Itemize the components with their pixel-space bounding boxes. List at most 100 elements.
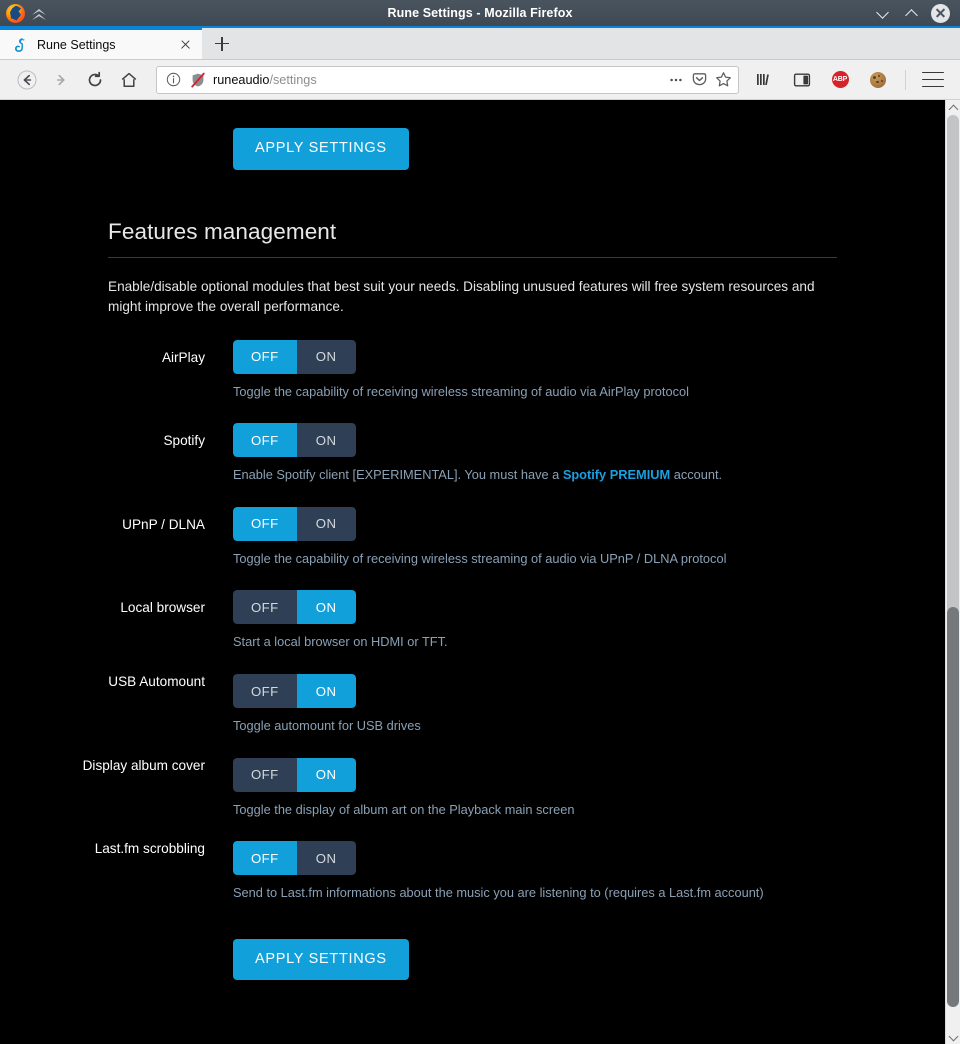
toolbar-actions: ABP [747, 63, 950, 97]
tab-close-icon[interactable] [176, 36, 194, 54]
section-title: Features management [108, 218, 337, 244]
toggle-off-button[interactable]: OFF [233, 506, 297, 541]
feature-description: Toggle the capability of receiving wirel… [233, 383, 689, 399]
section-divider [108, 256, 837, 258]
tab-title: Rune Settings [37, 37, 116, 52]
reload-button[interactable] [78, 63, 112, 97]
new-tab-button[interactable] [202, 28, 240, 59]
feature-description: Toggle automount for USB drives [233, 718, 421, 733]
toggle-on-button[interactable]: ON [296, 757, 356, 792]
double-chevron-up-icon[interactable] [31, 5, 47, 21]
library-icon[interactable] [747, 63, 781, 97]
cookie-extension-button[interactable] [861, 63, 895, 97]
cookie-icon [870, 71, 886, 88]
toggle-display-album-cover: OFF ON [233, 757, 356, 792]
page-viewport: APPLY SETTINGS Features management Enabl… [0, 100, 960, 1044]
toggle-on-button[interactable]: ON [296, 506, 356, 541]
toggle-off-button[interactable]: OFF [233, 423, 297, 458]
toggle-local-browser: OFF ON [233, 590, 356, 625]
feature-label: Spotify [163, 433, 205, 449]
scrollbar-track[interactable] [946, 115, 960, 1029]
feature-description: Send to Last.fm informations about the m… [233, 885, 764, 901]
forward-button[interactable] [44, 63, 78, 97]
toggle-on-button[interactable]: ON [296, 423, 356, 458]
feature-label: USB Automount [108, 674, 205, 689]
feature-label: UPnP / DLNA [122, 516, 205, 532]
scroll-down-arrow-icon[interactable] [946, 1029, 960, 1044]
section-description: Enable/disable optional modules that bes… [108, 278, 815, 315]
toggle-on-button[interactable]: ON [296, 841, 356, 876]
feature-usb-automount: USB Automount OFF ON Toggle automount fo… [0, 674, 945, 736]
toggle-on-button[interactable]: ON [296, 674, 356, 708]
feature-spotify: Spotify OFF ON Enable Spotify client [EX… [0, 423, 945, 485]
scroll-up-arrow-icon[interactable] [946, 100, 960, 115]
spotify-premium-link[interactable]: Spotify PREMIUM [563, 467, 670, 482]
toggle-upnp-dlna: OFF ON [233, 506, 356, 541]
url-text[interactable]: runeaudio/settings [213, 73, 660, 87]
window-controls [873, 3, 960, 23]
firefox-logo-icon [6, 3, 25, 23]
tab-strip: Rune Settings [0, 28, 960, 60]
feature-description: Start a local browser on HDMI or TFT. [233, 634, 448, 650]
close-window-button[interactable] [931, 3, 950, 23]
sidebar-icon[interactable] [785, 63, 819, 97]
apply-settings-button-bottom[interactable]: APPLY SETTINGS [233, 938, 409, 981]
feature-label: AirPlay [161, 349, 205, 365]
toolbar-divider [905, 69, 906, 90]
navigation-toolbar: runeaudio/settings ABP [0, 60, 960, 100]
scrollbar-thumb[interactable] [947, 607, 959, 1007]
feature-display-album-cover: Display album cover OFF ON Toggle the di… [0, 757, 945, 820]
feature-label: Last.fm scrobbling [94, 841, 205, 857]
feature-description: Toggle the capability of receiving wirel… [233, 550, 727, 566]
feature-label: Display album cover [82, 757, 205, 773]
toggle-off-button[interactable]: OFF [233, 674, 297, 708]
bookmark-star-icon[interactable] [715, 71, 732, 88]
home-button[interactable] [112, 63, 146, 97]
feature-description: Toggle the display of album art on the P… [233, 801, 575, 817]
apply-settings-button-top[interactable]: APPLY SETTINGS [233, 128, 409, 170]
top-apply-row: APPLY SETTINGS [0, 100, 945, 170]
feature-upnp-dlna: UPnP / DLNA OFF ON Toggle the capability… [0, 506, 945, 569]
back-button[interactable] [10, 63, 44, 97]
pocket-icon[interactable] [691, 71, 708, 88]
feature-description-suffix: account. [670, 467, 723, 483]
feature-label: Local browser [120, 600, 205, 616]
adblock-plus-button[interactable]: ABP [823, 63, 857, 97]
toggle-spotify: OFF ON [233, 423, 356, 458]
bottom-apply-row: APPLY SETTINGS [0, 938, 945, 1013]
title-bar-left [0, 3, 47, 23]
feature-description-prefix: Enable Spotify client [EXPERIMENTAL]. Yo… [233, 467, 563, 483]
toggle-on-button[interactable]: ON [296, 590, 356, 625]
minimize-button[interactable] [873, 4, 891, 22]
page-content: APPLY SETTINGS Features management Enabl… [0, 100, 945, 1012]
feature-lastfm-scrobbling: Last.fm scrobbling OFF ON Send to Last.f… [0, 841, 945, 903]
page-actions-ellipsis-icon[interactable] [667, 71, 684, 88]
url-host: runeaudio [213, 72, 270, 87]
maximize-button[interactable] [902, 4, 920, 22]
toggle-off-button[interactable]: OFF [233, 757, 297, 792]
rune-settings-page: APPLY SETTINGS Features management Enabl… [0, 100, 945, 1044]
tab-rune-settings[interactable]: Rune Settings [0, 28, 202, 59]
abp-badge: ABP [831, 71, 849, 88]
scrollbar-track-upper[interactable] [947, 115, 959, 615]
shield-crossed-icon[interactable] [189, 71, 206, 88]
url-bar[interactable]: runeaudio/settings [156, 65, 739, 94]
info-icon[interactable] [165, 71, 182, 88]
browser-window: Rune Settings - Mozilla Firefox Rune Set… [0, 0, 960, 1044]
toggle-off-button[interactable]: OFF [233, 590, 297, 625]
toggle-on-button[interactable]: ON [296, 339, 356, 374]
window-title: Rune Settings - Mozilla Firefox [387, 6, 573, 20]
feature-airplay: AirPlay OFF ON Toggle the capability of … [0, 339, 945, 402]
toggle-airplay: OFF ON [233, 339, 356, 374]
hamburger-icon [922, 71, 944, 88]
feature-description: Enable Spotify client [EXPERIMENTAL]. Yo… [233, 466, 945, 485]
toggle-off-button[interactable]: OFF [233, 339, 297, 374]
toggle-lastfm-scrobbling: OFF ON [233, 841, 356, 876]
runeaudio-favicon-icon [12, 37, 28, 53]
toggle-off-button[interactable]: OFF [233, 841, 297, 876]
page-scrollbar[interactable] [945, 100, 960, 1044]
feature-local-browser: Local browser OFF ON Start a local brows… [0, 590, 945, 652]
toggle-usb-automount: OFF ON [233, 674, 356, 708]
url-path: /settings [269, 72, 317, 87]
hamburger-menu-button[interactable] [916, 63, 950, 97]
